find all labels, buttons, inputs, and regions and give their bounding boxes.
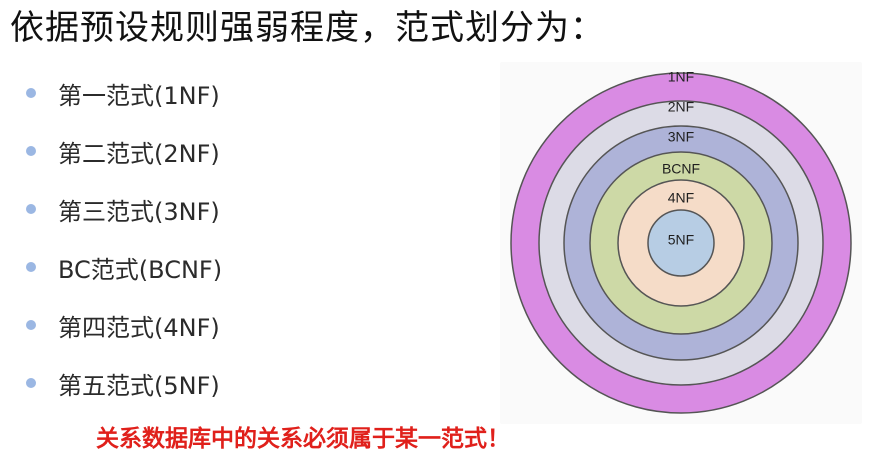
list-item-label: BC范式(BCNF) bbox=[58, 255, 223, 284]
ring-label-3nf: 3NF bbox=[668, 129, 694, 145]
ring-label-2nf: 2NF bbox=[668, 99, 694, 115]
bullet-dot-icon bbox=[26, 378, 36, 388]
list-item: 第五范式(5NF) bbox=[26, 354, 222, 412]
bullet-dot-icon bbox=[26, 320, 36, 330]
note-text: 关系数据库中的关系必须属于某一范式！ bbox=[96, 426, 510, 452]
list-item-label: 第二范式(2NF) bbox=[58, 139, 220, 168]
bullet-dot-icon bbox=[26, 262, 36, 272]
bullet-dot-icon bbox=[26, 88, 36, 98]
ring-label-4nf: 4NF bbox=[668, 190, 694, 206]
list-item: 第一范式(1NF) bbox=[26, 64, 222, 122]
bullet-dot-icon bbox=[26, 204, 36, 214]
page-title: 依据预设规则强弱程度，范式划分为： bbox=[10, 8, 605, 48]
ring-label-1nf: 1NF bbox=[668, 69, 694, 85]
list-item: BC范式(BCNF) bbox=[26, 238, 222, 296]
ring-label-bcnf: BCNF bbox=[662, 161, 700, 177]
normal-form-list: 第一范式(1NF) 第二范式(2NF) 第三范式(3NF) BC范式(BCNF)… bbox=[26, 64, 222, 412]
list-item: 第四范式(4NF) bbox=[26, 296, 222, 354]
list-item: 第三范式(3NF) bbox=[26, 180, 222, 238]
list-item: 第二范式(2NF) bbox=[26, 122, 222, 180]
nested-rings-svg: 1NF 2NF 3NF BCNF 4NF 5NF bbox=[510, 69, 852, 414]
list-item-label: 第五范式(5NF) bbox=[58, 371, 220, 400]
list-item-label: 第一范式(1NF) bbox=[58, 81, 220, 110]
normal-forms-diagram: 1NF 2NF 3NF BCNF 4NF 5NF bbox=[500, 62, 862, 424]
list-item-label: 第四范式(4NF) bbox=[58, 313, 220, 342]
bullet-dot-icon bbox=[26, 146, 36, 156]
list-item-label: 第三范式(3NF) bbox=[58, 197, 220, 226]
ring-label-5nf: 5NF bbox=[668, 232, 694, 248]
